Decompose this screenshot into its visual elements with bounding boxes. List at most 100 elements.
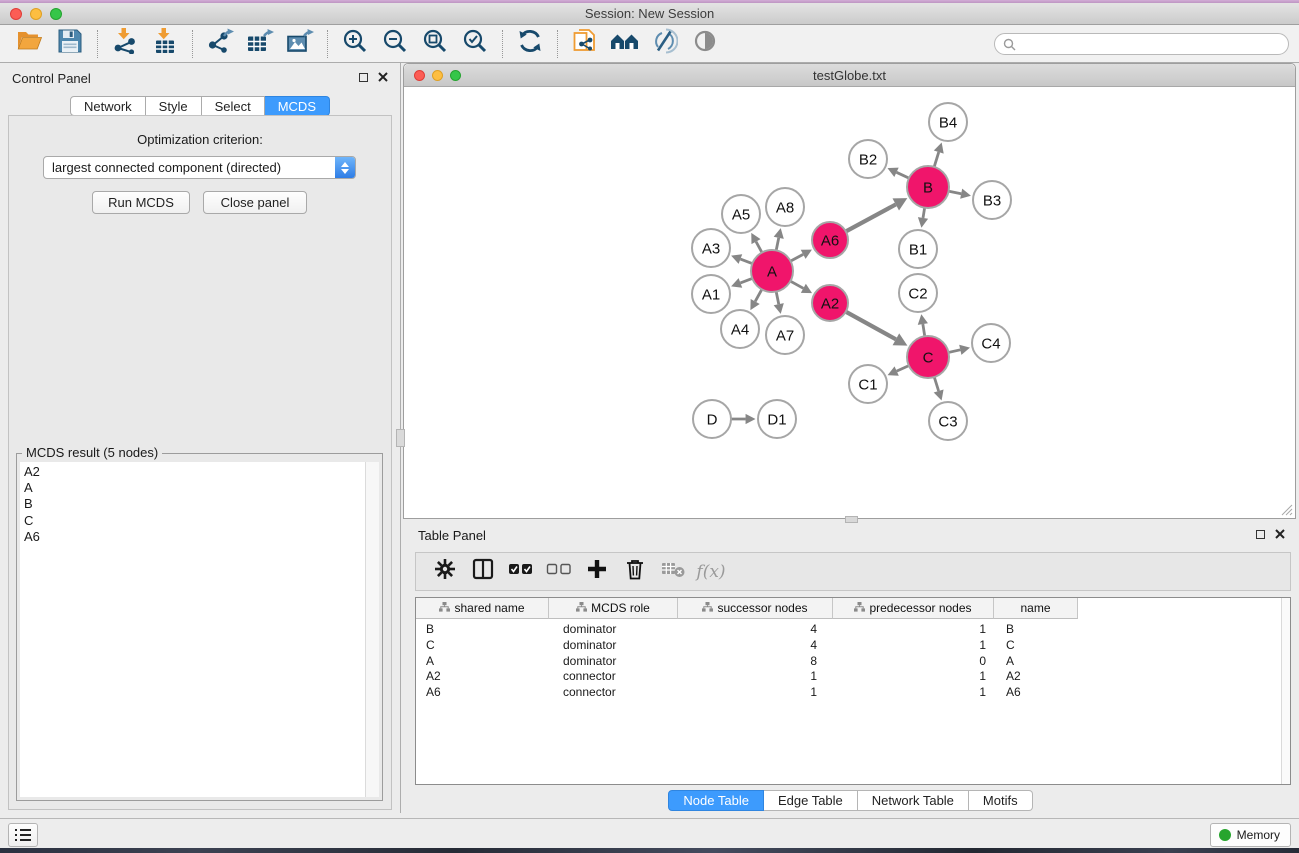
graph-node-B1[interactable]: B1 [899,230,937,268]
show-hide-panel-button[interactable] [685,27,725,61]
float-table-panel-icon[interactable] [1256,530,1265,539]
tab-select[interactable]: Select [202,96,265,116]
table-cell[interactable]: 1 [833,622,994,638]
first-neighbors-button[interactable] [605,27,645,61]
table-row[interactable]: Adominator80A [416,654,1290,670]
save-session-button[interactable] [50,27,90,61]
table-cell[interactable]: dominator [549,638,678,654]
table-cell[interactable]: 1 [678,669,833,685]
table-cell[interactable]: connector [549,669,678,685]
graph-node-B4[interactable]: B4 [929,103,967,141]
delete-entry-button[interactable] [616,555,654,589]
close-panel-button[interactable]: Close panel [203,191,307,214]
graph-node-A4[interactable]: A4 [721,310,759,348]
graph-node-A2[interactable]: A2 [812,285,848,321]
table-cell[interactable]: B [416,622,549,638]
export-network-button[interactable] [200,27,240,61]
column-header-name[interactable]: name [994,598,1078,619]
table-row[interactable]: A6connector11A6 [416,685,1290,701]
export-table-button[interactable] [240,27,280,61]
toggle-graphics-details-button[interactable] [645,27,685,61]
table-cell[interactable]: A2 [416,669,549,685]
graph-node-A8[interactable]: A8 [766,188,804,226]
import-network-button[interactable] [105,27,145,61]
table-cell[interactable]: A2 [994,669,1078,685]
column-header-MCDS-role[interactable]: MCDS role [549,598,678,619]
open-session-button[interactable] [10,27,50,61]
add-entry-button[interactable] [578,555,616,589]
horizontal-splitter-handle[interactable] [845,516,858,523]
graph-node-A7[interactable]: A7 [766,316,804,354]
graph-node-C2[interactable]: C2 [899,274,937,312]
table-cell[interactable]: 4 [678,622,833,638]
graph-node-C1[interactable]: C1 [849,365,887,403]
mcds-result-scrollbar[interactable] [365,462,379,797]
tab-motifs[interactable]: Motifs [969,790,1033,811]
table-cell[interactable]: A [416,654,549,670]
table-cell[interactable]: B [994,622,1078,638]
tab-edge-table[interactable]: Edge Table [764,790,858,811]
column-header-predecessor-nodes[interactable]: predecessor nodes [833,598,994,619]
table-cell[interactable]: dominator [549,654,678,670]
column-header-successor-nodes[interactable]: successor nodes [678,598,833,619]
graph-node-A6[interactable]: A6 [812,222,848,258]
memory-button[interactable]: Memory [1210,823,1291,847]
vertical-splitter-handle[interactable] [396,429,405,447]
mcds-result-item[interactable]: A6 [24,529,365,545]
graph-node-D1[interactable]: D1 [758,400,796,438]
close-table-panel-icon[interactable] [1275,529,1285,539]
table-cell[interactable]: A [994,654,1078,670]
graph-node-B[interactable]: B [907,166,949,208]
graph-node-C4[interactable]: C4 [972,324,1010,362]
table-cell[interactable]: dominator [549,622,678,638]
table-row[interactable]: A2connector11A2 [416,669,1290,685]
deselect-all-button[interactable] [540,555,578,589]
mcds-result-item[interactable]: C [24,513,365,529]
table-row[interactable]: Bdominator41B [416,622,1290,638]
mcds-result-item[interactable]: B [24,496,365,512]
table-settings-button[interactable] [426,555,464,589]
graph-node-C3[interactable]: C3 [929,402,967,440]
graph-node-A3[interactable]: A3 [692,229,730,267]
optimization-criterion-dropdown[interactable]: largest connected component (directed) [43,156,356,179]
zoom-out-button[interactable] [375,27,415,61]
mcds-result-item[interactable]: A [24,480,365,496]
graph-node-C[interactable]: C [907,336,949,378]
zoom-selected-button[interactable] [455,27,495,61]
close-panel-icon[interactable] [378,72,388,82]
tab-mcds[interactable]: MCDS [265,96,330,116]
select-all-button[interactable] [502,555,540,589]
search-input[interactable] [1021,37,1280,51]
import-table-button[interactable] [145,27,185,61]
table-cell[interactable]: 0 [833,654,994,670]
table-scrollbar[interactable] [1281,598,1290,784]
mcds-result-item[interactable]: A2 [24,464,365,480]
graph-node-B2[interactable]: B2 [849,140,887,178]
graph-node-B3[interactable]: B3 [973,181,1011,219]
tab-style[interactable]: Style [146,96,202,116]
table-cell[interactable]: C [994,638,1078,654]
graph-node-D[interactable]: D [693,400,731,438]
column-header-shared-name[interactable]: shared name [416,598,549,619]
zoom-in-button[interactable] [335,27,375,61]
table-cell[interactable]: A6 [994,685,1078,701]
table-cell[interactable]: 8 [678,654,833,670]
task-history-button[interactable] [8,823,38,847]
tab-network-table[interactable]: Network Table [858,790,969,811]
refresh-view-button[interactable] [510,27,550,61]
search-box[interactable] [994,33,1289,55]
resize-grip-icon[interactable] [1279,502,1293,516]
clone-network-button[interactable] [565,27,605,61]
graph-node-A5[interactable]: A5 [722,195,760,233]
table-cell[interactable]: 1 [833,685,994,701]
network-canvas[interactable]: B4B2BB3A8A5A6A3B1AA1C2A2A4A7C4CC1DD1C3 [405,88,1296,519]
graph-node-A[interactable]: A [751,250,793,292]
table-cell[interactable]: A6 [416,685,549,701]
float-panel-icon[interactable] [359,73,368,82]
table-cell[interactable]: 1 [833,669,994,685]
split-panel-button[interactable] [464,555,502,589]
tab-node-table[interactable]: Node Table [668,790,764,811]
table-cell[interactable]: C [416,638,549,654]
table-cell[interactable]: connector [549,685,678,701]
run-mcds-button[interactable]: Run MCDS [92,191,190,214]
